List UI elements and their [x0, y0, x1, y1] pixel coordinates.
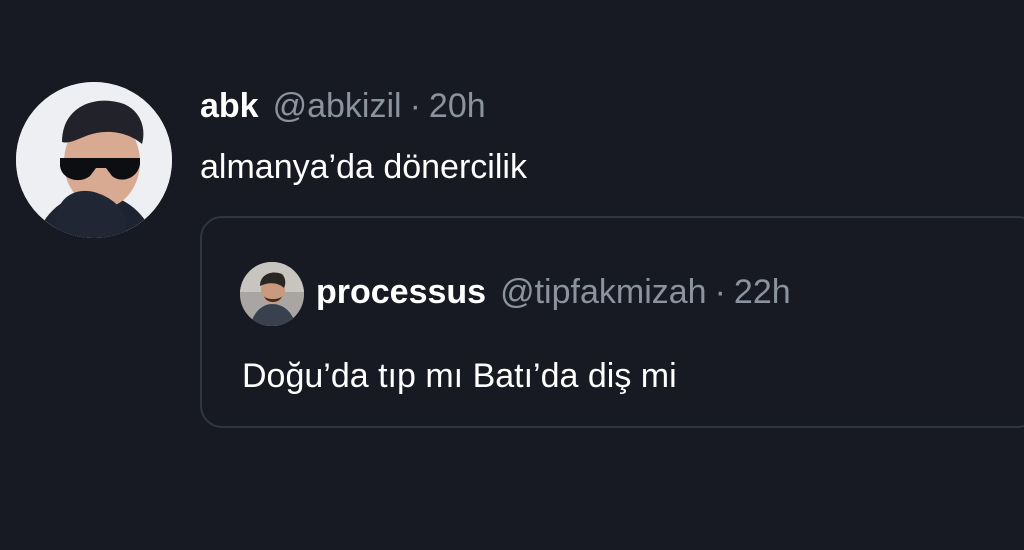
quoted-header-separator: ·	[714, 273, 726, 311]
quoted-tweet-card[interactable]: processus @tipfakmizah · 22h Doğu’da tıp…	[200, 216, 1024, 428]
author-handle[interactable]: @abkizil	[273, 84, 402, 128]
author-display-name[interactable]: abk	[200, 84, 259, 128]
tweet-text: almanya’da dönercilik	[200, 148, 527, 186]
quoted-tweet-text: Doğu’da tıp mı Batı’da diş mi	[242, 357, 677, 395]
tweet-timestamp[interactable]: 20h	[429, 84, 486, 128]
user-avatar-sunglasses-icon	[16, 82, 172, 238]
user-avatar-icon	[240, 262, 304, 326]
quoted-author-handle[interactable]: @tipfakmizah	[500, 270, 706, 314]
tweet-header: abk @abkizil · 20h	[200, 84, 486, 128]
quoted-tweet-header: processus @tipfakmizah · 22h	[316, 270, 791, 314]
author-avatar[interactable]	[16, 82, 172, 238]
header-separator: ·	[409, 87, 421, 125]
tweet[interactable]: abk @abkizil · 20h almanya’da dönercilik…	[0, 0, 1024, 550]
quoted-tweet-timestamp[interactable]: 22h	[734, 270, 791, 314]
quoted-author-avatar[interactable]	[240, 262, 304, 326]
quoted-author-display-name[interactable]: processus	[316, 270, 486, 314]
